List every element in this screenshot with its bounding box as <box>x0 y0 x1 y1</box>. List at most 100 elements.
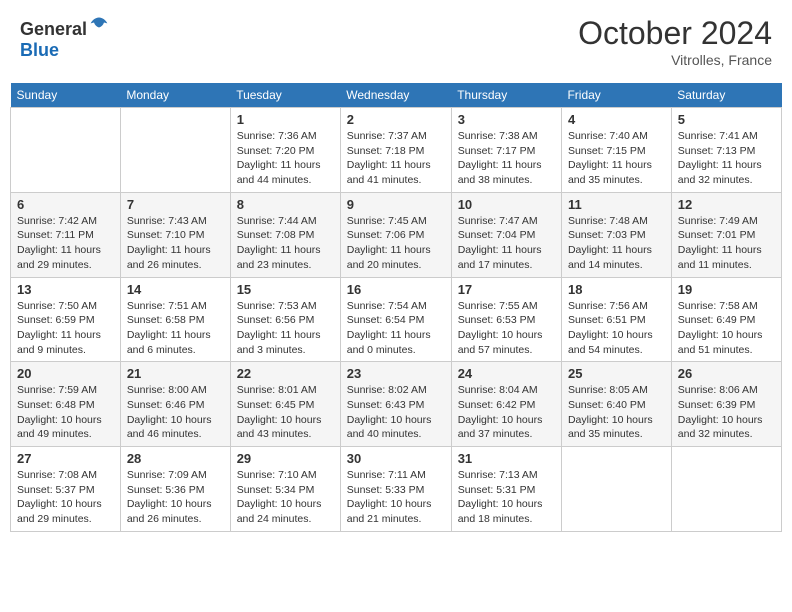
calendar-cell: 8 Sunrise: 7:44 AMSunset: 7:08 PMDaylight… <box>230 192 340 277</box>
day-header-friday: Friday <box>561 83 671 108</box>
calendar-cell: 10Sunrise: 7:47 AMSunset: 7:04 PMDayligh… <box>451 192 561 277</box>
calendar-cell: 7 Sunrise: 7:43 AMSunset: 7:10 PMDaylight… <box>120 192 230 277</box>
day-number: 4 <box>568 112 665 127</box>
day-info: Sunrise: 7:38 AMSunset: 7:17 PMDaylight:… <box>458 129 555 188</box>
calendar-cell: 18Sunrise: 7:56 AMSunset: 6:51 PMDayligh… <box>561 277 671 362</box>
calendar-cell: 22Sunrise: 8:01 AMSunset: 6:45 PMDayligh… <box>230 362 340 447</box>
calendar-cell <box>11 108 121 193</box>
calendar-cell: 25 Sunrise: 8:05 AMSunset: 6:40 PMDayligh… <box>561 362 671 447</box>
day-number: 13 <box>17 282 114 297</box>
calendar-header-row: SundayMondayTuesdayWednesdayThursdayFrid… <box>11 83 782 108</box>
calendar-cell: 23Sunrise: 8:02 AMSunset: 6:43 PMDayligh… <box>340 362 451 447</box>
day-info: Sunrise: 7:13 AMSunset: 5:31 PMDaylight:… <box>458 468 555 527</box>
day-info: Sunrise: 7:56 AMSunset: 6:51 PMDaylight:… <box>568 299 665 358</box>
day-info: Sunrise: 7:41 AMSunset: 7:13 PMDaylight:… <box>678 129 775 188</box>
calendar-cell: 31 Sunrise: 7:13 AMSunset: 5:31 PMDayligh… <box>451 447 561 532</box>
calendar-cell: 27 Sunrise: 7:08 AMSunset: 5:37 PMDayligh… <box>11 447 121 532</box>
calendar-cell: 15Sunrise: 7:53 AMSunset: 6:56 PMDayligh… <box>230 277 340 362</box>
day-header-thursday: Thursday <box>451 83 561 108</box>
week-row-3: 13 Sunrise: 7:50 AMSunset: 6:59 PMDayligh… <box>11 277 782 362</box>
day-info: Sunrise: 7:53 AMSunset: 6:56 PMDaylight:… <box>237 299 334 358</box>
day-number: 7 <box>127 197 224 212</box>
calendar-cell: 2 Sunrise: 7:37 AMSunset: 7:18 PMDaylight… <box>340 108 451 193</box>
location-text: Vitrolles, France <box>578 52 772 68</box>
month-title: October 2024 <box>578 15 772 52</box>
day-number: 19 <box>678 282 775 297</box>
week-row-4: 20 Sunrise: 7:59 AMSunset: 6:48 PMDayligh… <box>11 362 782 447</box>
day-number: 29 <box>237 451 334 466</box>
calendar-cell: 29Sunrise: 7:10 AMSunset: 5:34 PMDayligh… <box>230 447 340 532</box>
day-number: 21 <box>127 366 224 381</box>
logo: General Blue <box>20 15 109 61</box>
day-number: 14 <box>127 282 224 297</box>
calendar-cell: 5 Sunrise: 7:41 AMSunset: 7:13 PMDaylight… <box>671 108 781 193</box>
calendar-cell: 21 Sunrise: 8:00 AMSunset: 6:46 PMDayligh… <box>120 362 230 447</box>
calendar-cell: 3 Sunrise: 7:38 AMSunset: 7:17 PMDaylight… <box>451 108 561 193</box>
logo-text: General Blue <box>20 15 109 61</box>
day-header-saturday: Saturday <box>671 83 781 108</box>
day-info: Sunrise: 7:40 AMSunset: 7:15 PMDaylight:… <box>568 129 665 188</box>
day-info: Sunrise: 7:37 AMSunset: 7:18 PMDaylight:… <box>347 129 445 188</box>
calendar-cell <box>561 447 671 532</box>
calendar-cell: 17 Sunrise: 7:55 AMSunset: 6:53 PMDayligh… <box>451 277 561 362</box>
day-number: 3 <box>458 112 555 127</box>
day-info: Sunrise: 8:04 AMSunset: 6:42 PMDaylight:… <box>458 383 555 442</box>
day-number: 26 <box>678 366 775 381</box>
day-info: Sunrise: 7:08 AMSunset: 5:37 PMDaylight:… <box>17 468 114 527</box>
day-info: Sunrise: 7:49 AMSunset: 7:01 PMDaylight:… <box>678 214 775 273</box>
calendar-cell <box>120 108 230 193</box>
day-number: 16 <box>347 282 445 297</box>
day-number: 6 <box>17 197 114 212</box>
day-number: 10 <box>458 197 555 212</box>
day-number: 12 <box>678 197 775 212</box>
day-header-monday: Monday <box>120 83 230 108</box>
day-number: 2 <box>347 112 445 127</box>
day-number: 5 <box>678 112 775 127</box>
day-info: Sunrise: 8:06 AMSunset: 6:39 PMDaylight:… <box>678 383 775 442</box>
calendar-cell: 26 Sunrise: 8:06 AMSunset: 6:39 PMDayligh… <box>671 362 781 447</box>
calendar-cell: 11 Sunrise: 7:48 AMSunset: 7:03 PMDayligh… <box>561 192 671 277</box>
calendar-cell: 6Sunrise: 7:42 AMSunset: 7:11 PMDaylight… <box>11 192 121 277</box>
day-info: Sunrise: 7:55 AMSunset: 6:53 PMDaylight:… <box>458 299 555 358</box>
day-info: Sunrise: 7:50 AMSunset: 6:59 PMDaylight:… <box>17 299 114 358</box>
calendar-cell <box>671 447 781 532</box>
day-header-wednesday: Wednesday <box>340 83 451 108</box>
day-number: 30 <box>347 451 445 466</box>
week-row-1: 1Sunrise: 7:36 AMSunset: 7:20 PMDaylight… <box>11 108 782 193</box>
logo-bird-icon <box>89 15 109 35</box>
calendar-table: SundayMondayTuesdayWednesdayThursdayFrid… <box>10 83 782 532</box>
calendar-cell: 24 Sunrise: 8:04 AMSunset: 6:42 PMDayligh… <box>451 362 561 447</box>
calendar-cell: 14 Sunrise: 7:51 AMSunset: 6:58 PMDayligh… <box>120 277 230 362</box>
day-number: 27 <box>17 451 114 466</box>
day-number: 8 <box>237 197 334 212</box>
day-info: Sunrise: 8:00 AMSunset: 6:46 PMDaylight:… <box>127 383 224 442</box>
calendar-cell: 4 Sunrise: 7:40 AMSunset: 7:15 PMDaylight… <box>561 108 671 193</box>
day-number: 20 <box>17 366 114 381</box>
title-section: October 2024 Vitrolles, France <box>578 15 772 68</box>
day-info: Sunrise: 7:36 AMSunset: 7:20 PMDaylight:… <box>237 129 334 188</box>
calendar-cell: 28 Sunrise: 7:09 AMSunset: 5:36 PMDayligh… <box>120 447 230 532</box>
day-info: Sunrise: 7:51 AMSunset: 6:58 PMDaylight:… <box>127 299 224 358</box>
day-header-sunday: Sunday <box>11 83 121 108</box>
day-info: Sunrise: 7:44 AMSunset: 7:08 PMDaylight:… <box>237 214 334 273</box>
day-info: Sunrise: 8:01 AMSunset: 6:45 PMDaylight:… <box>237 383 334 442</box>
week-row-5: 27 Sunrise: 7:08 AMSunset: 5:37 PMDayligh… <box>11 447 782 532</box>
day-info: Sunrise: 7:43 AMSunset: 7:10 PMDaylight:… <box>127 214 224 273</box>
day-number: 23 <box>347 366 445 381</box>
day-info: Sunrise: 7:48 AMSunset: 7:03 PMDaylight:… <box>568 214 665 273</box>
day-header-tuesday: Tuesday <box>230 83 340 108</box>
day-info: Sunrise: 7:59 AMSunset: 6:48 PMDaylight:… <box>17 383 114 442</box>
day-info: Sunrise: 7:09 AMSunset: 5:36 PMDaylight:… <box>127 468 224 527</box>
day-info: Sunrise: 7:45 AMSunset: 7:06 PMDaylight:… <box>347 214 445 273</box>
day-number: 24 <box>458 366 555 381</box>
day-number: 28 <box>127 451 224 466</box>
day-number: 11 <box>568 197 665 212</box>
calendar-cell: 19Sunrise: 7:58 AMSunset: 6:49 PMDayligh… <box>671 277 781 362</box>
day-number: 31 <box>458 451 555 466</box>
day-number: 25 <box>568 366 665 381</box>
day-info: Sunrise: 8:05 AMSunset: 6:40 PMDaylight:… <box>568 383 665 442</box>
logo-blue: Blue <box>20 40 59 60</box>
day-number: 17 <box>458 282 555 297</box>
calendar-cell: 1Sunrise: 7:36 AMSunset: 7:20 PMDaylight… <box>230 108 340 193</box>
calendar-cell: 9Sunrise: 7:45 AMSunset: 7:06 PMDaylight… <box>340 192 451 277</box>
